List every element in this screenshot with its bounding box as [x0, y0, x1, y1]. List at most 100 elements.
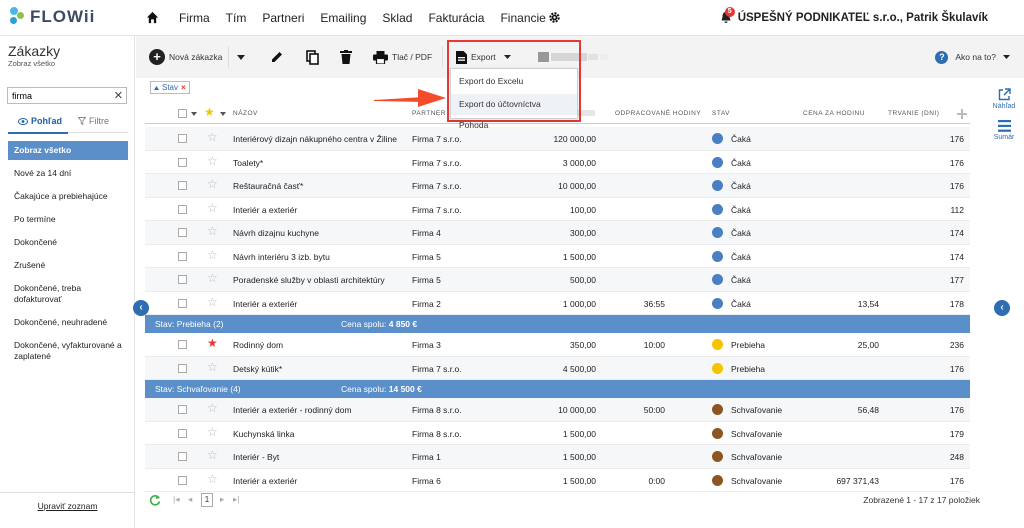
row-checkbox[interactable]	[178, 204, 187, 214]
clear-icon[interactable]: ✕	[114, 89, 123, 102]
table-row[interactable]: ☆ Interiér - Byt Firma 1 1 500,00 Schvaľovan…	[145, 445, 970, 469]
table-row[interactable]: ☆ Interiér a exteriér Firma 6 1 500,00 0:00 S…	[145, 469, 970, 492]
row-checkbox[interactable]	[178, 251, 187, 261]
star-icon[interactable]: ★	[207, 336, 218, 350]
star-icon[interactable]: ☆	[207, 248, 218, 262]
nav-partneri[interactable]: Partneri	[262, 11, 304, 25]
table-row[interactable]: ☆ Reštauračná časť* Firma 7 s.r.o. 10 000,0…	[145, 174, 970, 198]
sidebar-item-new[interactable]: Nové za 14 dní	[8, 164, 128, 183]
copy-button[interactable]	[306, 36, 319, 78]
row-name[interactable]: Interiér a exteriér	[233, 299, 297, 309]
delete-button[interactable]	[340, 36, 352, 78]
row-name[interactable]: Interiérový dizajn nákupného centra v Ži…	[233, 134, 397, 144]
table-row[interactable]: ☆ Detský kútik* Firma 7 s.r.o. 4 500,00 Preb…	[145, 356, 970, 380]
group-header[interactable]: Stav: Prebieha (2) Cena spolu: 4 850 €	[145, 315, 970, 333]
row-name[interactable]: Návrh dizajnu kuchyne	[233, 228, 319, 238]
row-name[interactable]: Interiér a exteriér	[233, 476, 297, 486]
row-checkbox[interactable]	[178, 340, 187, 349]
star-icon[interactable]: ☆	[207, 154, 218, 168]
export-pohoda-item[interactable]: Export do účtovníctva Pohoda	[451, 94, 577, 130]
logo[interactable]: FLOWii	[8, 6, 95, 28]
new-order-button[interactable]: + Nová zákazka	[149, 36, 222, 78]
table-row[interactable]: ☆ Interiér a exteriér - rodinný dom Firma …	[145, 398, 970, 422]
star-icon[interactable]: ☆	[207, 177, 218, 191]
sidebar-item-waiting[interactable]: Čakajúce a prebiehajúce	[8, 187, 128, 206]
row-checkbox[interactable]	[178, 428, 187, 438]
table-row[interactable]: ★ Rodinný dom Firma 3 350,00 10:00 Prebieha 25…	[145, 333, 970, 357]
row-name[interactable]: Reštauračná časť*	[233, 181, 303, 191]
nav-tim[interactable]: Tím	[226, 11, 247, 25]
prev-page-icon[interactable]: ◂	[188, 494, 192, 505]
col-duration[interactable]: TRVANIE (DNI)	[888, 110, 939, 117]
star-icon[interactable]: ☆	[207, 472, 218, 486]
row-checkbox[interactable]	[178, 452, 187, 461]
nav-emailing[interactable]: Emailing	[320, 11, 366, 25]
collapse-sidebar-button[interactable]: ‹	[133, 300, 149, 316]
summary-button[interactable]: Sumár	[988, 120, 1020, 141]
page-number[interactable]: 1	[201, 493, 213, 507]
row-checkbox[interactable]	[178, 275, 187, 284]
caret-down-icon[interactable]	[191, 112, 197, 116]
row-checkbox[interactable]	[178, 157, 187, 167]
new-order-dropdown[interactable]	[237, 36, 245, 78]
star-icon[interactable]: ☆	[207, 401, 218, 415]
sidebar-item-done[interactable]: Dokončené	[8, 233, 128, 252]
help-menu[interactable]: ? Ako na to?	[935, 36, 1010, 78]
table-row[interactable]: ☆ Návrh dizajnu kuchyne Firma 4 300,00 Čaká 1…	[145, 221, 970, 245]
nav-financie[interactable]: Financie	[500, 11, 545, 25]
last-page-icon[interactable]: ▸|	[233, 494, 239, 505]
bell-icon[interactable]: 5	[720, 7, 735, 24]
next-page-icon[interactable]: ▸	[220, 494, 224, 505]
row-name[interactable]: Interiér a exteriér	[233, 205, 297, 215]
col-status[interactable]: STAV	[712, 110, 730, 117]
caret-down-icon[interactable]	[220, 112, 226, 116]
table-row[interactable]: ☆ Interiérový dizajn nákupného centra v Ž…	[145, 127, 970, 151]
row-name[interactable]: Kuchynská linka	[233, 429, 294, 439]
star-icon[interactable]: ☆	[207, 425, 218, 439]
sidebar-item-all[interactable]: Zobraz všetko	[8, 141, 128, 160]
table-row[interactable]: ☆ Toalety* Firma 7 s.r.o. 3 000,00 Čaká 176	[145, 151, 970, 174]
row-name[interactable]: Návrh interiéru 3 izb. bytu	[233, 252, 330, 262]
row-checkbox[interactable]	[178, 363, 187, 373]
row-checkbox[interactable]	[178, 298, 187, 308]
row-name[interactable]: Interiér a exteriér - rodinný dom	[233, 405, 352, 415]
star-icon[interactable]: ☆	[207, 130, 218, 144]
search-field[interactable]: ✕	[7, 87, 127, 104]
gear-icon[interactable]	[548, 11, 561, 24]
row-checkbox[interactable]	[178, 134, 187, 143]
row-checkbox[interactable]	[178, 228, 187, 237]
row-name[interactable]: Poradenské služby v oblasti architektúry	[233, 275, 385, 285]
search-input[interactable]	[8, 88, 108, 103]
table-row[interactable]: ☆ Poradenské služby v oblasti architektúr…	[145, 268, 970, 292]
star-icon[interactable]: ☆	[207, 224, 218, 238]
add-column-icon[interactable]	[957, 109, 967, 119]
row-name[interactable]: Interiér - Byt	[233, 452, 279, 462]
print-button[interactable]: Tlač / PDF	[373, 36, 432, 78]
sidebar-item-paid[interactable]: Dokončené, vyfakturované a zaplatené	[8, 336, 128, 366]
first-page-icon[interactable]: |◂	[173, 494, 179, 505]
tab-filter[interactable]: Filtre	[78, 116, 109, 126]
sidebar-item-overdue[interactable]: Po termíne	[8, 210, 128, 229]
star-icon[interactable]: ☆	[207, 201, 218, 215]
star-icon[interactable]: ☆	[207, 448, 218, 462]
chip-remove-icon[interactable]: ×	[181, 83, 186, 92]
table-row[interactable]: ☆ Interiér a exteriér Firma 2 1 000,00 36:55…	[145, 292, 970, 315]
col-name[interactable]: NÁZOV	[233, 110, 258, 117]
nav-fakturacia[interactable]: Fakturácia	[428, 11, 484, 25]
refresh-icon[interactable]	[149, 494, 161, 506]
sidebar-item-unpaid[interactable]: Dokončené, neuhradené	[8, 313, 128, 332]
table-row[interactable]: ☆ Interiér a exteriér Firma 7 s.r.o. 100,00…	[145, 198, 970, 221]
row-name[interactable]: Rodinný dom	[233, 340, 283, 350]
star-icon[interactable]: ☆	[207, 295, 218, 309]
export-excel-item[interactable]: Export do Excelu	[451, 71, 577, 92]
col-rate[interactable]: CENA ZA HODINU	[803, 110, 865, 117]
row-checkbox[interactable]	[178, 405, 187, 414]
account-menu[interactable]: 5 ÚSPEŠNÝ PODNIKATEĽ s.r.o., Patrik Škul…	[720, 7, 988, 24]
star-icon[interactable]: ☆	[207, 360, 218, 374]
sidebar-item-cancelled[interactable]: Zrušené	[8, 256, 128, 275]
group-header[interactable]: Stav: Schvaľovanie (4) Cena spolu: 14 500…	[145, 380, 970, 398]
sidebar-item-to-invoice[interactable]: Dokončené, treba dofakturovať	[8, 279, 128, 309]
preview-button[interactable]: Náhľad	[988, 88, 1020, 110]
row-name[interactable]: Toalety*	[233, 158, 263, 168]
table-row[interactable]: ☆ Návrh interiéru 3 izb. bytu Firma 5 1 500…	[145, 245, 970, 268]
